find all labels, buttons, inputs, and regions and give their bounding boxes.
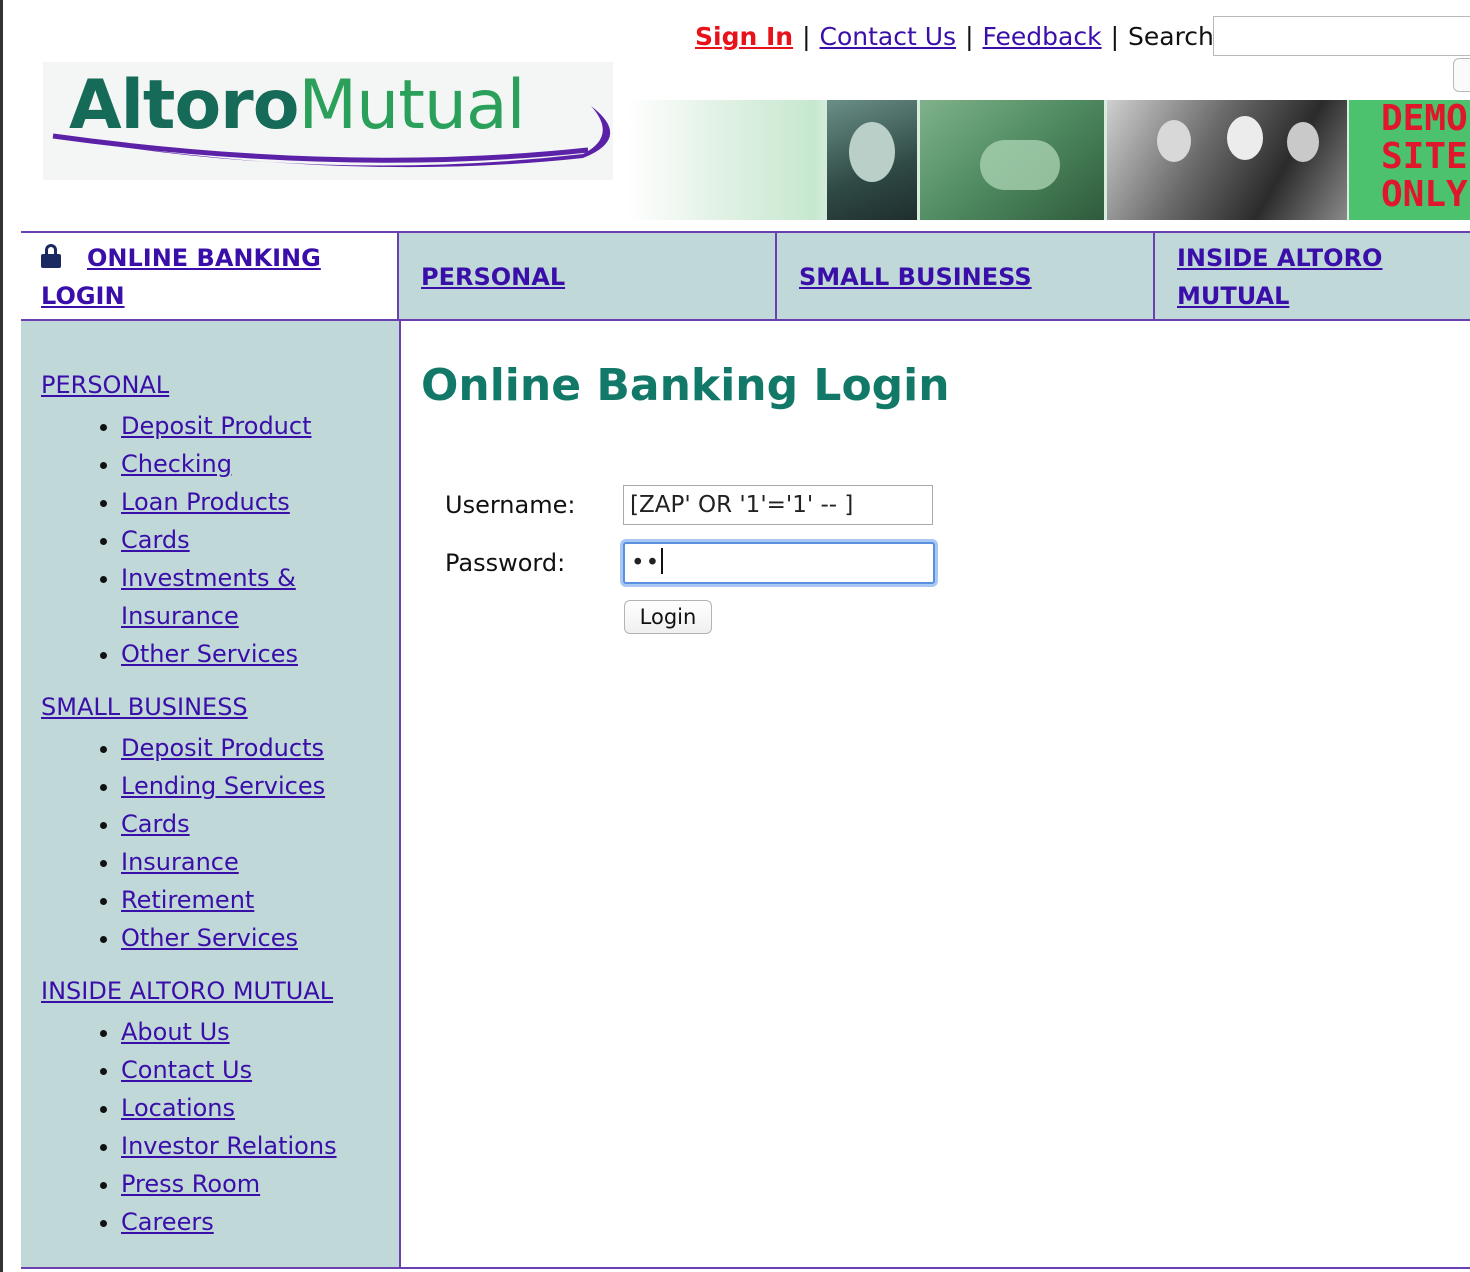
sidebar-item-press-room[interactable]: Press Room (121, 1170, 260, 1198)
banner-photo-calculator (920, 100, 1104, 220)
sidebar-item-checking[interactable]: Checking (121, 450, 232, 478)
sidebar-item-cards[interactable]: Cards (121, 526, 190, 554)
list-item: Careers (121, 1203, 399, 1241)
banner-photo-business-team (1107, 100, 1347, 220)
altoro-mutual-logo[interactable]: AltoroMutual (43, 62, 613, 180)
search-label: Search (1128, 22, 1214, 51)
text-caret (661, 548, 664, 574)
sidebar-item-retirement[interactable]: Retirement (121, 886, 254, 914)
nav-tab-personal: PERSONAL (399, 233, 777, 319)
list-item: Loan Products (121, 483, 399, 521)
sidebar-item-insurance[interactable]: Insurance (121, 848, 239, 876)
list-item: Press Room (121, 1165, 399, 1203)
sidebar-list-small-business: Deposit Products Lending Services Cards … (41, 729, 399, 957)
list-item: About Us (121, 1013, 399, 1051)
search-go-button[interactable] (1453, 58, 1470, 92)
sidebar-item-other-services[interactable]: Other Services (121, 924, 298, 952)
list-item: Cards (121, 521, 399, 559)
list-item: Other Services (121, 635, 399, 673)
sidebar-heading-personal[interactable]: PERSONAL (41, 365, 399, 405)
sidebar-heading-small-business[interactable]: SMALL BUSINESS (41, 687, 399, 727)
sidebar-item-investments-insurance[interactable]: Investments & Insurance (121, 564, 296, 630)
sidebar-list-inside-altoro-mutual: About Us Contact Us Locations Investor R… (41, 1013, 399, 1241)
password-field[interactable]: •• (623, 542, 935, 584)
inside-altoro-mutual-nav-link[interactable]: INSIDE ALTORO MUTUAL (1177, 244, 1382, 310)
list-item: Deposit Product (121, 407, 399, 445)
list-item: Other Services (121, 919, 399, 957)
sidebar-heading-inside-altoro-mutual[interactable]: INSIDE ALTORO MUTUAL (41, 971, 399, 1011)
list-item: Retirement (121, 881, 399, 919)
sidebar-item-lending-services[interactable]: Lending Services (121, 772, 325, 800)
sign-in-link[interactable]: Sign In (695, 22, 793, 51)
sidebar-item-other-services[interactable]: Other Services (121, 640, 298, 668)
login-button[interactable]: Login (624, 600, 712, 634)
feedback-link[interactable]: Feedback (983, 22, 1102, 51)
list-item: Cards (121, 805, 399, 843)
header-banner: DEMO SITE ONLY (627, 100, 1470, 220)
sidebar-item-loan-products[interactable]: Loan Products (121, 488, 290, 516)
nav-tab-inside-altoro-mutual: INSIDE ALTORO MUTUAL (1155, 233, 1470, 319)
search-input[interactable] (1213, 16, 1470, 56)
separator: | (965, 22, 974, 51)
list-item: Investments & Insurance (121, 559, 321, 635)
logo-word-mutual: Mutual (298, 66, 525, 145)
sidebar-item-careers[interactable]: Careers (121, 1208, 214, 1236)
page: Sign In | Contact Us | Feedback | Search Altor… (0, 0, 1470, 1272)
nav-tab-online-banking-login: ONLINE BANKING LOGIN (21, 233, 399, 319)
sidebar-item-deposit-products[interactable]: Deposit Products (121, 734, 324, 762)
online-banking-login-link[interactable]: ONLINE BANKING LOGIN (41, 244, 321, 310)
logo-word-altoro: Altoro (69, 66, 299, 145)
list-item: Investor Relations (121, 1127, 399, 1165)
page-title: Online Banking Login (421, 360, 950, 411)
demo-site-only-text: DEMO SITE ONLY (1381, 100, 1468, 215)
list-item: Contact Us (121, 1051, 399, 1089)
personal-nav-link[interactable]: PERSONAL (421, 263, 565, 291)
username-label: Username: (445, 491, 576, 519)
separator: | (802, 22, 811, 51)
sidebar-item-cards[interactable]: Cards (121, 810, 190, 838)
small-business-nav-link[interactable]: SMALL BUSINESS (799, 263, 1032, 291)
top-links: Sign In | Contact Us | Feedback | Search (695, 18, 1214, 56)
banner-demo-panel: DEMO SITE ONLY (1349, 100, 1470, 220)
sidebar-list-personal: Deposit Product Checking Loan Products C… (41, 407, 399, 673)
sidebar-item-contact-us[interactable]: Contact Us (121, 1056, 252, 1084)
sidebar-item-investor-relations[interactable]: Investor Relations (121, 1132, 337, 1160)
nav-tab-small-business: SMALL BUSINESS (777, 233, 1155, 319)
list-item: Lending Services (121, 767, 399, 805)
username-field[interactable]: [ZAP' OR '1'='1' -- ] (623, 485, 933, 525)
list-item: Deposit Products (121, 729, 399, 767)
password-value: •• (631, 550, 661, 576)
sidebar-item-deposit-product[interactable]: Deposit Product (121, 412, 312, 440)
footer-divider (21, 1267, 1470, 1269)
list-item: Insurance (121, 843, 399, 881)
list-item: Checking (121, 445, 399, 483)
logo-wordmark: AltoroMutual (69, 66, 526, 146)
username-value: [ZAP' OR '1'='1' -- ] (630, 492, 854, 518)
sidebar-item-locations[interactable]: Locations (121, 1094, 235, 1122)
sidebar: PERSONAL Deposit Product Checking Loan P… (21, 321, 401, 1268)
list-item: Locations (121, 1089, 399, 1127)
contact-us-link[interactable]: Contact Us (820, 22, 957, 51)
password-label: Password: (445, 549, 566, 577)
sidebar-item-about-us[interactable]: About Us (121, 1018, 230, 1046)
main-nav: ONLINE BANKING LOGIN PERSONAL SMALL BUSI… (21, 231, 1470, 321)
banner-photo-woman (827, 100, 917, 220)
separator: | (1110, 22, 1119, 51)
lock-icon (41, 244, 61, 268)
